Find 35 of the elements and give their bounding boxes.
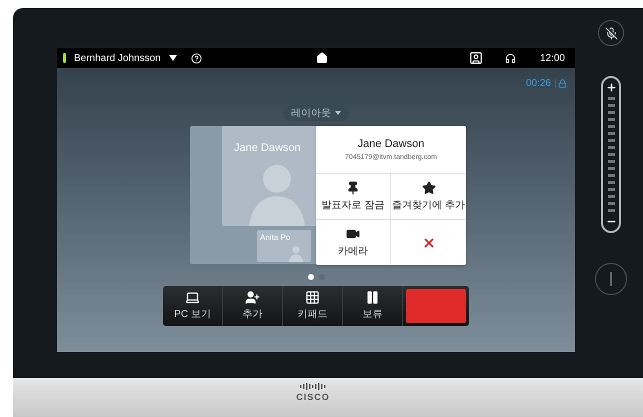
menu-action[interactable]: 발표자로 잠금 — [316, 174, 391, 220]
menu-action[interactable]: 카메라 — [316, 220, 391, 265]
toolbar-button[interactable]: 추가 — [223, 286, 283, 326]
alert-button[interactable] — [595, 263, 627, 295]
toolbar-button[interactable]: 키패드 — [283, 286, 343, 326]
keypad-icon — [305, 290, 320, 305]
participant-name: Anita Po — [260, 232, 290, 244]
call-duration: 00:26 — [526, 77, 551, 91]
volume-control[interactable] — [601, 76, 621, 233]
microphone-mute-button[interactable] — [598, 20, 624, 46]
pause-icon — [365, 290, 380, 305]
close-icon — [422, 236, 436, 250]
plus-icon[interactable] — [606, 82, 616, 93]
toolbar-button[interactable]: PC 보기 — [163, 286, 223, 326]
laptop-icon — [185, 290, 200, 305]
brand-logo-icon — [299, 382, 327, 391]
video-contact-icon[interactable] — [468, 51, 483, 65]
star-icon — [422, 180, 436, 194]
toolbar-button[interactable]: 보류 — [343, 286, 403, 326]
muted-microphone-icon — [604, 26, 618, 40]
menu-action[interactable]: 즐겨찾기에 추가 — [391, 174, 466, 220]
user-name[interactable]: Bernhard Johnsson — [74, 50, 161, 66]
headset-icon[interactable] — [504, 52, 516, 64]
add-person-icon — [245, 290, 260, 305]
pin-icon — [346, 180, 360, 194]
home-icon[interactable] — [316, 52, 328, 64]
participant-name: Jane Dawson — [234, 141, 301, 156]
help-icon[interactable] — [190, 52, 202, 64]
layout-button[interactable]: 레이아웃 — [283, 105, 349, 121]
brand-name: CISCO — [296, 391, 330, 404]
dropdown-caret-icon — [335, 111, 341, 115]
presence-indicator — [63, 53, 66, 63]
clock-time: 12:00 — [540, 52, 565, 66]
person-silhouette-icon — [287, 244, 305, 262]
dropdown-caret-icon[interactable] — [168, 55, 177, 61]
